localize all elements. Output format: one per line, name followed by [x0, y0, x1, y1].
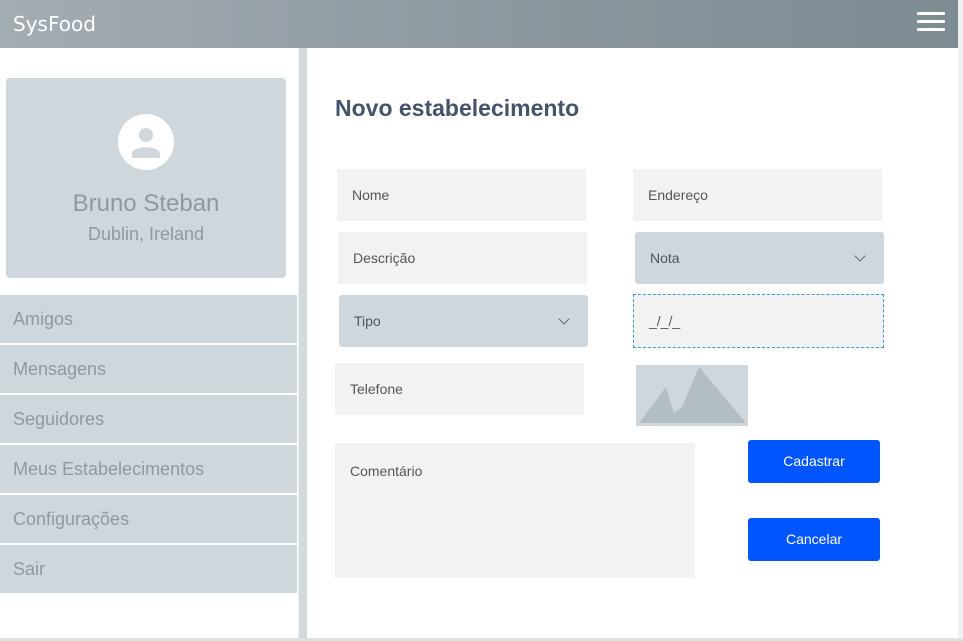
mountain-icon [639, 367, 746, 423]
chevron-down-icon [854, 250, 866, 262]
nota-select[interactable]: Nota [635, 232, 884, 284]
sidebar-divider [299, 48, 307, 638]
chevron-down-icon [558, 313, 570, 325]
sidebar-item-seguidores[interactable]: Seguidores [0, 395, 297, 443]
cadastrar-button[interactable]: Cadastrar [748, 440, 880, 483]
app-title: SysFood [13, 12, 96, 36]
telefone-field[interactable]: Telefone [335, 363, 584, 415]
sidebar-item-configuracoes[interactable]: Configurações [0, 495, 297, 543]
tipo-select-label: Tipo [354, 313, 381, 329]
comentario-field[interactable]: Comentário [335, 443, 695, 578]
tipo-select[interactable]: Tipo [339, 295, 588, 347]
nota-select-label: Nota [650, 250, 680, 266]
avatar [118, 114, 174, 170]
page-title: Novo estabelecimento [335, 95, 580, 121]
sidebar-item-mensagens[interactable]: Mensagens [0, 345, 297, 393]
descricao-field[interactable]: Descrição [338, 232, 587, 284]
endereco-field[interactable]: Endereço [633, 169, 882, 221]
profile-name: Bruno Steban [72, 190, 220, 217]
sidebar-item-sair[interactable]: Sair [0, 545, 297, 593]
nome-field[interactable]: Nome [337, 169, 586, 221]
image-placeholder-icon[interactable] [636, 365, 748, 426]
profile-location: Dublin, Ireland [87, 224, 205, 244]
sidebar-nav: Amigos Mensagens Seguidores Meus Estabel… [0, 295, 297, 595]
top-app-bar: SysFood [0, 0, 958, 48]
date-field[interactable]: _/_/_ [633, 294, 884, 348]
sidebar-item-meus-estabelecimentos[interactable]: Meus Estabelecimentos [0, 445, 297, 493]
hamburger-menu-icon[interactable] [917, 12, 945, 34]
sidebar-item-amigos[interactable]: Amigos [0, 295, 297, 343]
profile-card: Bruno Steban Dublin, Ireland [6, 78, 286, 278]
main-content: Novo estabelecimento Nome Endereço Descr… [307, 48, 958, 638]
person-icon [132, 128, 160, 158]
cancelar-button[interactable]: Cancelar [748, 518, 880, 561]
window-edge [958, 0, 963, 641]
sidebar: Bruno Steban Dublin, Ireland Amigos Mens… [0, 48, 298, 638]
